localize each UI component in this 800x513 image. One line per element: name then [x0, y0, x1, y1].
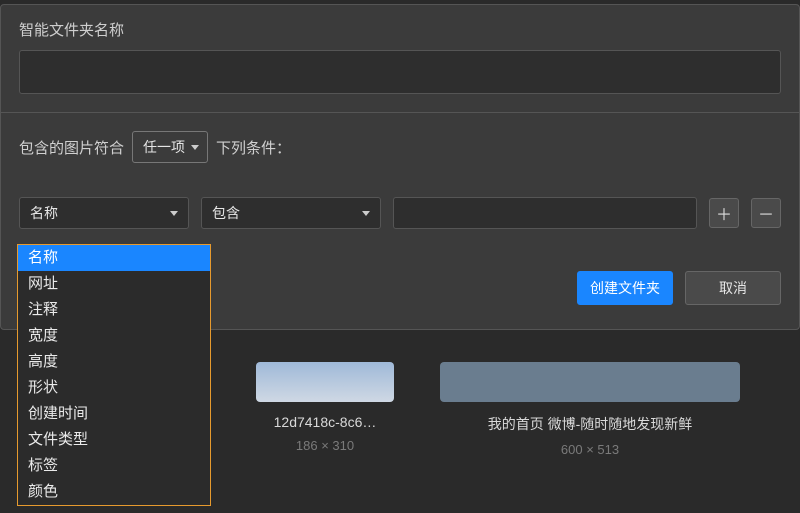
minus-icon: －: [758, 201, 774, 225]
field-option[interactable]: 高度: [18, 349, 210, 375]
thumbnail-image: [256, 362, 394, 402]
match-mode-label: 任一项: [143, 137, 185, 157]
thumbnail-caption: 我的首页 微博-随时随地发现新鲜: [440, 414, 740, 434]
match-mode-select[interactable]: 任一项: [132, 131, 208, 163]
chevron-down-icon: [191, 145, 199, 150]
thumbnail-dimensions: 186 × 310: [250, 438, 400, 453]
thumbnail-dimensions: 600 × 513: [440, 442, 740, 457]
thumbnail-caption: 12d7418c-8c6…: [250, 414, 400, 430]
rule-row: 名称 包含 ＋ －: [1, 171, 799, 243]
field-option[interactable]: 颜色: [18, 479, 210, 505]
rule-value-input[interactable]: [393, 197, 697, 229]
add-rule-button[interactable]: ＋: [709, 198, 739, 228]
cancel-button[interactable]: 取消: [685, 271, 781, 305]
create-label: 创建文件夹: [590, 278, 660, 298]
plus-icon: ＋: [716, 201, 732, 225]
create-folder-button[interactable]: 创建文件夹: [577, 271, 673, 305]
field-option[interactable]: 标签: [18, 453, 210, 479]
field-option[interactable]: 创建时间: [18, 401, 210, 427]
thumbnail-item[interactable]: 12d7418c-8c6… 186 × 310: [250, 362, 400, 457]
rule-operator-select[interactable]: 包含: [201, 197, 381, 229]
field-option[interactable]: 宽度: [18, 323, 210, 349]
condition-suffix: 下列条件：: [216, 137, 291, 158]
folder-name-input[interactable]: [19, 50, 781, 94]
field-option[interactable]: 形状: [18, 375, 210, 401]
chevron-down-icon: [170, 211, 178, 216]
rule-operator-label: 包含: [212, 203, 240, 223]
rule-field-label: 名称: [30, 203, 58, 223]
field-dropdown: 名称网址注释宽度高度形状创建时间文件类型标签颜色: [17, 244, 211, 506]
condition-prefix: 包含的图片符合: [19, 137, 124, 158]
condition-header: 包含的图片符合 任一项 下列条件：: [1, 113, 799, 171]
remove-rule-button[interactable]: －: [751, 198, 781, 228]
cancel-label: 取消: [719, 278, 747, 298]
name-label: 智能文件夹名称: [19, 19, 781, 40]
thumbnail-image: [440, 362, 740, 402]
thumbnail-item[interactable]: 我的首页 微博-随时随地发现新鲜 600 × 513: [440, 362, 740, 457]
field-option[interactable]: 网址: [18, 271, 210, 297]
field-option[interactable]: 注释: [18, 297, 210, 323]
chevron-down-icon: [362, 211, 370, 216]
field-option[interactable]: 名称: [18, 245, 210, 271]
field-option[interactable]: 文件类型: [18, 427, 210, 453]
rule-field-select[interactable]: 名称: [19, 197, 189, 229]
